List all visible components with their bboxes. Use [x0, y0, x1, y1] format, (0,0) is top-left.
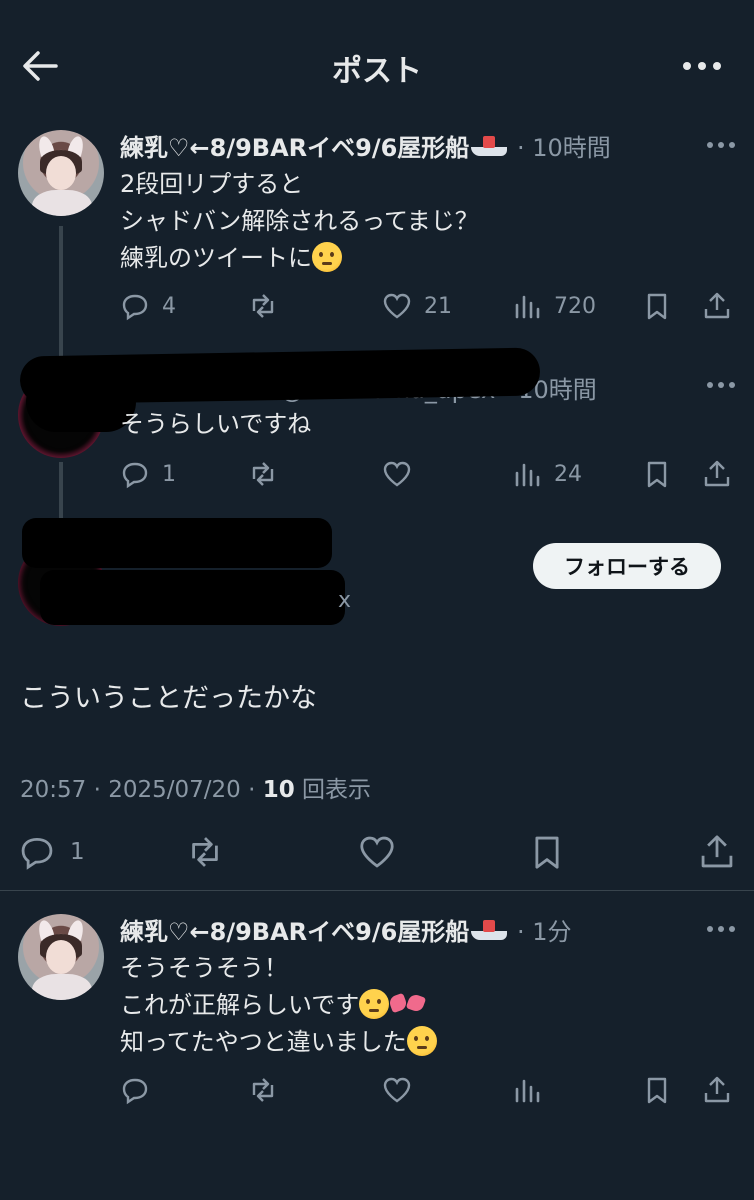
bar-chart-icon [515, 295, 540, 319]
tweet-more-icon[interactable] [706, 380, 736, 390]
ribbon-emoji [389, 989, 425, 1019]
tweet-timestamp[interactable]: 20:57 · 2025/07/20 · [20, 777, 263, 803]
reply-count: 1 [162, 461, 176, 487]
reply-count: 4 [162, 293, 176, 319]
share-button[interactable] [702, 1070, 732, 1110]
main-tweet-actions: 1 [0, 830, 754, 874]
redaction-mark [22, 518, 332, 568]
bookmark-button[interactable] [528, 830, 566, 874]
heart-icon [383, 293, 411, 319]
retweet-button[interactable] [248, 286, 290, 326]
tweet-actions: 1 24 [120, 454, 740, 494]
view-count: 720 [554, 293, 596, 319]
tweet-more-icon[interactable] [706, 140, 736, 150]
ship-emoji [469, 134, 509, 160]
reply-button[interactable]: 1 [120, 454, 176, 494]
comment-icon [122, 1078, 148, 1105]
display-name[interactable]: 練乳♡←8/9BARイベ9/6屋形船 [120, 918, 469, 946]
retweet-icon [252, 462, 274, 486]
like-button[interactable] [382, 1070, 412, 1110]
divider [0, 890, 754, 891]
reply-button[interactable]: 1 [18, 830, 85, 874]
bookmark-icon [647, 461, 667, 488]
share-button[interactable] [698, 830, 736, 874]
comment-icon [122, 294, 148, 321]
share-button[interactable] [702, 286, 732, 326]
redaction-mark [40, 570, 345, 625]
avatar[interactable] [18, 914, 104, 1000]
bar-chart-icon [515, 463, 540, 487]
views-button[interactable]: 24 [512, 454, 582, 494]
more-options-icon[interactable] [682, 56, 722, 76]
heart-icon [383, 1077, 411, 1103]
retweet-button[interactable] [248, 454, 278, 494]
thread-connector [59, 462, 63, 522]
user-handle-tail: x [338, 588, 352, 613]
tweet-text: 2段回リプすると シャドバン解除されるってまじ？ 練乳のツイートに [120, 170, 479, 272]
bookmark-button[interactable] [642, 1070, 672, 1110]
heart-icon [360, 836, 394, 868]
reply-button[interactable] [120, 1070, 150, 1110]
bookmark-icon [647, 293, 667, 320]
retweet-icon [252, 1078, 274, 1102]
like-button[interactable] [382, 454, 412, 494]
bookmark-icon [647, 1077, 667, 1104]
top-bar: ポスト [0, 0, 754, 120]
reply-count: 1 [70, 839, 85, 865]
retweet-icon [252, 294, 274, 318]
bookmark-button[interactable] [642, 454, 672, 494]
comment-icon [122, 462, 148, 489]
share-icon [704, 1076, 730, 1103]
share-icon [704, 460, 730, 487]
tweet-header: 練乳♡←8/9BARイベ9/6屋形船 · 1分 [120, 918, 572, 946]
thread-connector [59, 226, 63, 360]
view-count: 10 [262, 777, 295, 803]
tweet-actions [120, 1070, 740, 1110]
bookmark-button[interactable] [642, 286, 672, 326]
views-button[interactable]: 720 [512, 286, 596, 326]
tweet-actions: 4 21 720 [120, 286, 740, 326]
tweet-header: 練乳♡←8/9BARイベ9/6屋形船 · 10時間 [120, 134, 611, 162]
display-name[interactable]: 練乳♡←8/9BARイベ9/6屋形船 [120, 134, 469, 162]
retweet-icon [192, 837, 218, 867]
avatar[interactable] [18, 130, 104, 216]
heart-icon [383, 461, 411, 487]
share-icon [701, 835, 733, 868]
views-button[interactable] [512, 1070, 542, 1110]
share-button[interactable] [702, 454, 732, 494]
tweet-more-icon[interactable] [706, 924, 736, 934]
view-count: 24 [554, 461, 582, 487]
tweet-meta: 20:57 · 2025/07/20 · 10 回表示 [20, 777, 372, 803]
thinking-emoji [406, 1026, 437, 1056]
comment-icon [21, 837, 53, 870]
like-button[interactable] [358, 830, 396, 874]
main-tweet-text: こういうことだったかな [20, 683, 317, 714]
bookmark-icon [535, 836, 559, 869]
share-icon [704, 292, 730, 319]
tweet-text: そうそうそう！ これが正解らしいです 知ってたやつと違いました [120, 950, 437, 1061]
retweet-button[interactable] [248, 1070, 278, 1110]
ship-emoji [469, 918, 509, 944]
tweet-time[interactable]: 10時間 [532, 134, 611, 162]
reply-button[interactable]: 4 [120, 286, 176, 326]
thinking-emoji [359, 989, 390, 1019]
thinking-emoji [312, 242, 342, 272]
like-button[interactable]: 21 [382, 286, 452, 326]
like-count: 21 [424, 293, 452, 319]
follow-button[interactable]: フォローする [533, 543, 721, 589]
tweet-time[interactable]: 1分 [532, 918, 571, 946]
retweet-button[interactable] [186, 830, 224, 874]
bar-chart-icon [515, 1079, 540, 1103]
tweet-text: そうらしいですね [120, 410, 312, 438]
page-title: ポスト [332, 54, 422, 89]
